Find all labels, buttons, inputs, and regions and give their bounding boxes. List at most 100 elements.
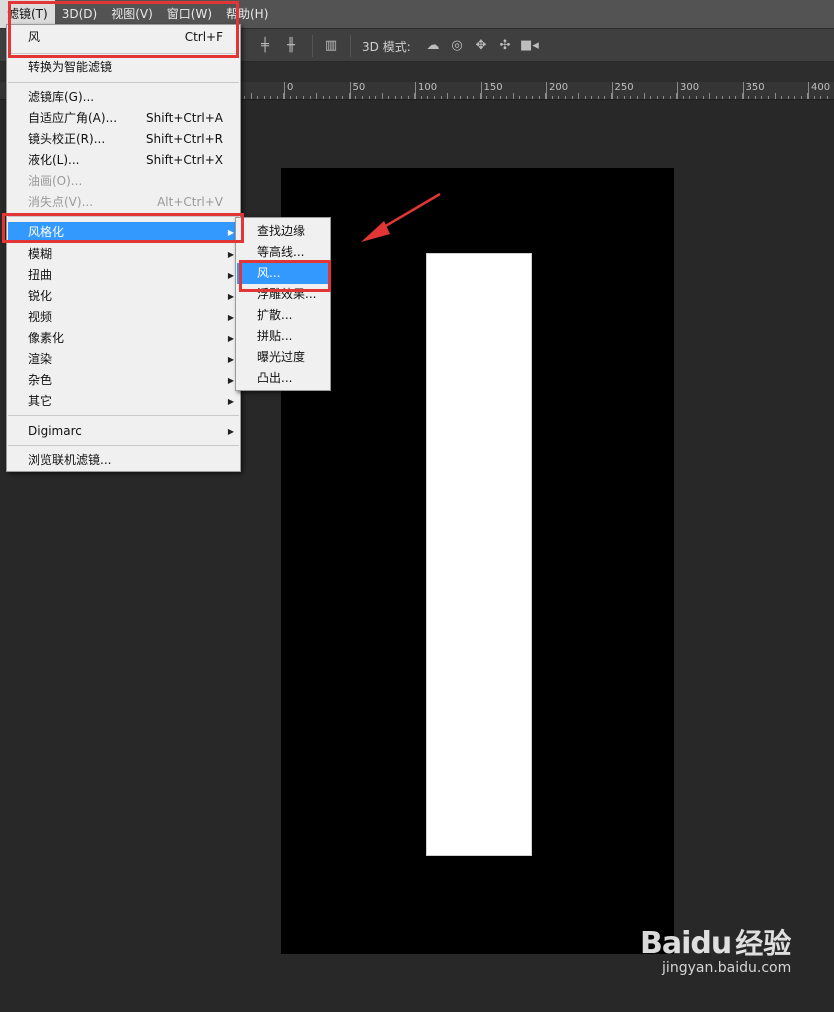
- ruler-major-tick: [480, 82, 482, 99]
- ruler-tick: [800, 96, 802, 99]
- ruler-major-tick: [808, 82, 809, 99]
- ruler-tick: [682, 96, 684, 99]
- distribute-icon[interactable]: ╫: [282, 37, 300, 55]
- menu-item-stylize[interactable]: 风格化 ▶: [8, 222, 239, 243]
- ruler-label: 400: [811, 82, 831, 93]
- ruler-tick: [250, 93, 252, 99]
- ruler-tick: [375, 96, 376, 99]
- ruler-tick: [257, 96, 259, 99]
- menu-item-label: 滤镜库(G)...: [28, 90, 95, 104]
- ruler-tick: [329, 96, 331, 99]
- ruler-tick: [303, 96, 304, 99]
- align-icon[interactable]: ╪: [256, 37, 274, 55]
- baidu-jingyan-watermark: Baidu 经验 jingyan.baidu.com: [640, 922, 791, 976]
- ruler-tick: [355, 96, 357, 99]
- roll-icon[interactable]: ◎: [448, 37, 466, 55]
- white-rectangle-layer: [426, 253, 532, 856]
- submenu-arrow-icon: ▶: [227, 376, 234, 385]
- slide-icon[interactable]: ✣: [496, 37, 514, 55]
- menu-item-label: 拼贴...: [257, 329, 293, 343]
- menu-item-label: 风: [28, 30, 41, 44]
- ruler-tick: [532, 96, 534, 99]
- menu-item-label: 扭曲: [28, 268, 53, 282]
- ruler-tick: [361, 96, 363, 99]
- menu-item-convert-smart-filter[interactable]: 转换为智能滤镜: [8, 57, 239, 78]
- menu-item-shortcut: Shift+Ctrl+X: [146, 153, 223, 167]
- submenu-arrow-icon: ▶: [227, 250, 234, 259]
- menu-item-noise[interactable]: 杂色 ▶: [8, 370, 239, 391]
- ruler-tick: [466, 96, 468, 99]
- menu-item-blur[interactable]: 模糊 ▶: [8, 244, 239, 265]
- ruler-tick: [512, 93, 514, 99]
- menu-item-lens-correction[interactable]: 镜头校正(R)... Shift+Ctrl+R: [8, 129, 239, 150]
- submenu-item-solarize[interactable]: 曝光过度: [237, 347, 329, 368]
- ruler-tick: [761, 96, 763, 99]
- ruler-tick: [486, 96, 488, 99]
- submenu-item-wind[interactable]: 风...: [237, 263, 329, 284]
- watermark-logo: Baidu: [640, 926, 732, 961]
- menu-item-label: 风格化: [28, 225, 65, 239]
- menu-item-render[interactable]: 渲染 ▶: [8, 349, 239, 370]
- ruler-label: 350: [745, 82, 765, 93]
- ruler-tick: [519, 96, 521, 99]
- menu-item-browse-online[interactable]: 浏览联机滤镜...: [8, 450, 239, 471]
- submenu-arrow-icon: ▶: [227, 313, 234, 322]
- menu-item-liquify[interactable]: 液化(L)... Shift+Ctrl+X: [8, 150, 239, 171]
- menu-item-label: 油画(O)...: [28, 174, 83, 188]
- ruler-tick: [826, 96, 828, 99]
- menu-item-other[interactable]: 其它 ▶: [8, 391, 239, 412]
- menu-item-label: 风...: [257, 266, 281, 280]
- ruler-tick: [597, 96, 599, 99]
- submenu-item-tiles[interactable]: 拼贴...: [237, 326, 329, 347]
- ruler-major-tick: [284, 82, 285, 99]
- menu-item-filter-gallery[interactable]: 滤镜库(G)...: [8, 87, 239, 108]
- ruler-tick: [447, 93, 449, 99]
- ruler-tick: [335, 96, 337, 99]
- submenu-arrow-icon: ▶: [227, 334, 234, 343]
- watermark-url: jingyan.baidu.com: [662, 960, 792, 976]
- ruler-tick: [781, 96, 783, 99]
- ruler-tick: [434, 96, 435, 99]
- ruler-tick: [787, 96, 789, 99]
- orbit-icon[interactable]: ☁: [424, 37, 442, 55]
- submenu-arrow-icon: ▶: [227, 228, 234, 237]
- submenu-item-extrude[interactable]: 凸出...: [237, 368, 329, 389]
- menu-item-video[interactable]: 视频 ▶: [8, 307, 239, 328]
- submenu-arrow-icon: ▶: [227, 271, 234, 280]
- menu-item-label: Digimarc: [28, 424, 82, 438]
- ruler-major-tick: [546, 82, 547, 99]
- ruler-tick: [565, 96, 566, 99]
- menu-item-last-filter[interactable]: 风 Ctrl+F: [8, 27, 239, 48]
- ruler-tick: [643, 93, 645, 99]
- menu-item-label: 扩散...: [257, 308, 293, 322]
- submenu-item-trace-contour[interactable]: 等高线...: [237, 242, 329, 263]
- menu-item-label: 等高线...: [257, 245, 305, 259]
- submenu-item-find-edges[interactable]: 查找边缘: [237, 221, 329, 242]
- scale-icon[interactable]: ■◂: [520, 37, 539, 55]
- submenu-item-diffuse[interactable]: 扩散...: [237, 305, 329, 326]
- menu-item-shortcut: Shift+Ctrl+A: [146, 111, 223, 125]
- ruler-tick: [578, 93, 579, 99]
- submenu-item-emboss[interactable]: 浮雕效果...: [237, 284, 329, 305]
- ruler-tick: [263, 96, 265, 99]
- menu-item-label: 曝光过度: [257, 350, 306, 364]
- menu-item-sharpen[interactable]: 锐化 ▶: [8, 286, 239, 307]
- pan-icon[interactable]: ✥: [472, 37, 490, 55]
- ruler-label: 150: [483, 82, 503, 93]
- watermark-brand: 经验: [735, 927, 792, 960]
- ruler-tick: [407, 96, 409, 99]
- menu-item-digimarc[interactable]: Digimarc ▶: [8, 421, 239, 442]
- ruler-tick: [695, 96, 697, 99]
- ruler-label: 50: [352, 82, 366, 93]
- ruler-tick: [322, 96, 324, 99]
- ruler-label: 200: [549, 82, 569, 93]
- options-divider: [350, 35, 351, 57]
- auto-align-icon[interactable]: ▥: [322, 37, 340, 55]
- menu-item-label: 渲染: [28, 352, 53, 366]
- menu-item-distort[interactable]: 扭曲 ▶: [8, 265, 239, 286]
- ruler-tick: [617, 96, 619, 99]
- menu-item-adaptive-wide-angle[interactable]: 自适应广角(A)... Shift+Ctrl+A: [8, 108, 239, 129]
- menu-item-pixelate[interactable]: 像素化 ▶: [8, 328, 239, 349]
- ruler-label: 100: [418, 82, 438, 93]
- filter-menu: 风 Ctrl+F 转换为智能滤镜 滤镜库(G)... 自适应广角(A)... S…: [6, 24, 241, 472]
